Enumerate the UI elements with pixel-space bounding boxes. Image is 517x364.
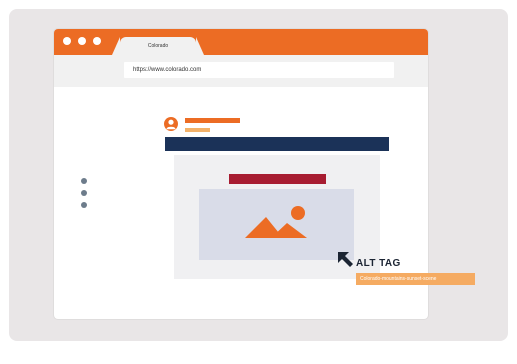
browser-tab[interactable]: Colorado (112, 37, 204, 55)
window-control-dot-minimize-icon[interactable] (78, 37, 86, 45)
alt-tag-label: ALT TAG (356, 258, 401, 269)
alt-text-value: Colorado-mountains-sunset-scene (356, 273, 475, 285)
address-bar[interactable]: https://www.colorado.com (124, 62, 394, 78)
window-control-dot-close-icon[interactable] (63, 37, 71, 45)
image-title-placeholder (229, 174, 326, 184)
menu-dot (81, 202, 87, 208)
image-placeholder-icon (245, 206, 307, 238)
user-avatar-icon (164, 117, 178, 131)
window-control-dot-maximize-icon[interactable] (93, 37, 101, 45)
vertical-dots-icon[interactable] (81, 178, 87, 210)
author-name-placeholder (185, 118, 240, 123)
menu-dot (81, 190, 87, 196)
tab-title: Colorado (147, 43, 169, 49)
browser-title-bar: Colorado (54, 29, 428, 55)
page-header-placeholder (165, 137, 389, 151)
browser-toolbar: https://www.colorado.com (54, 55, 428, 87)
address-url: https://www.colorado.com (133, 67, 202, 73)
arrow-pointer-icon (338, 252, 353, 267)
author-meta-placeholder (185, 128, 210, 132)
menu-dot (81, 178, 87, 184)
